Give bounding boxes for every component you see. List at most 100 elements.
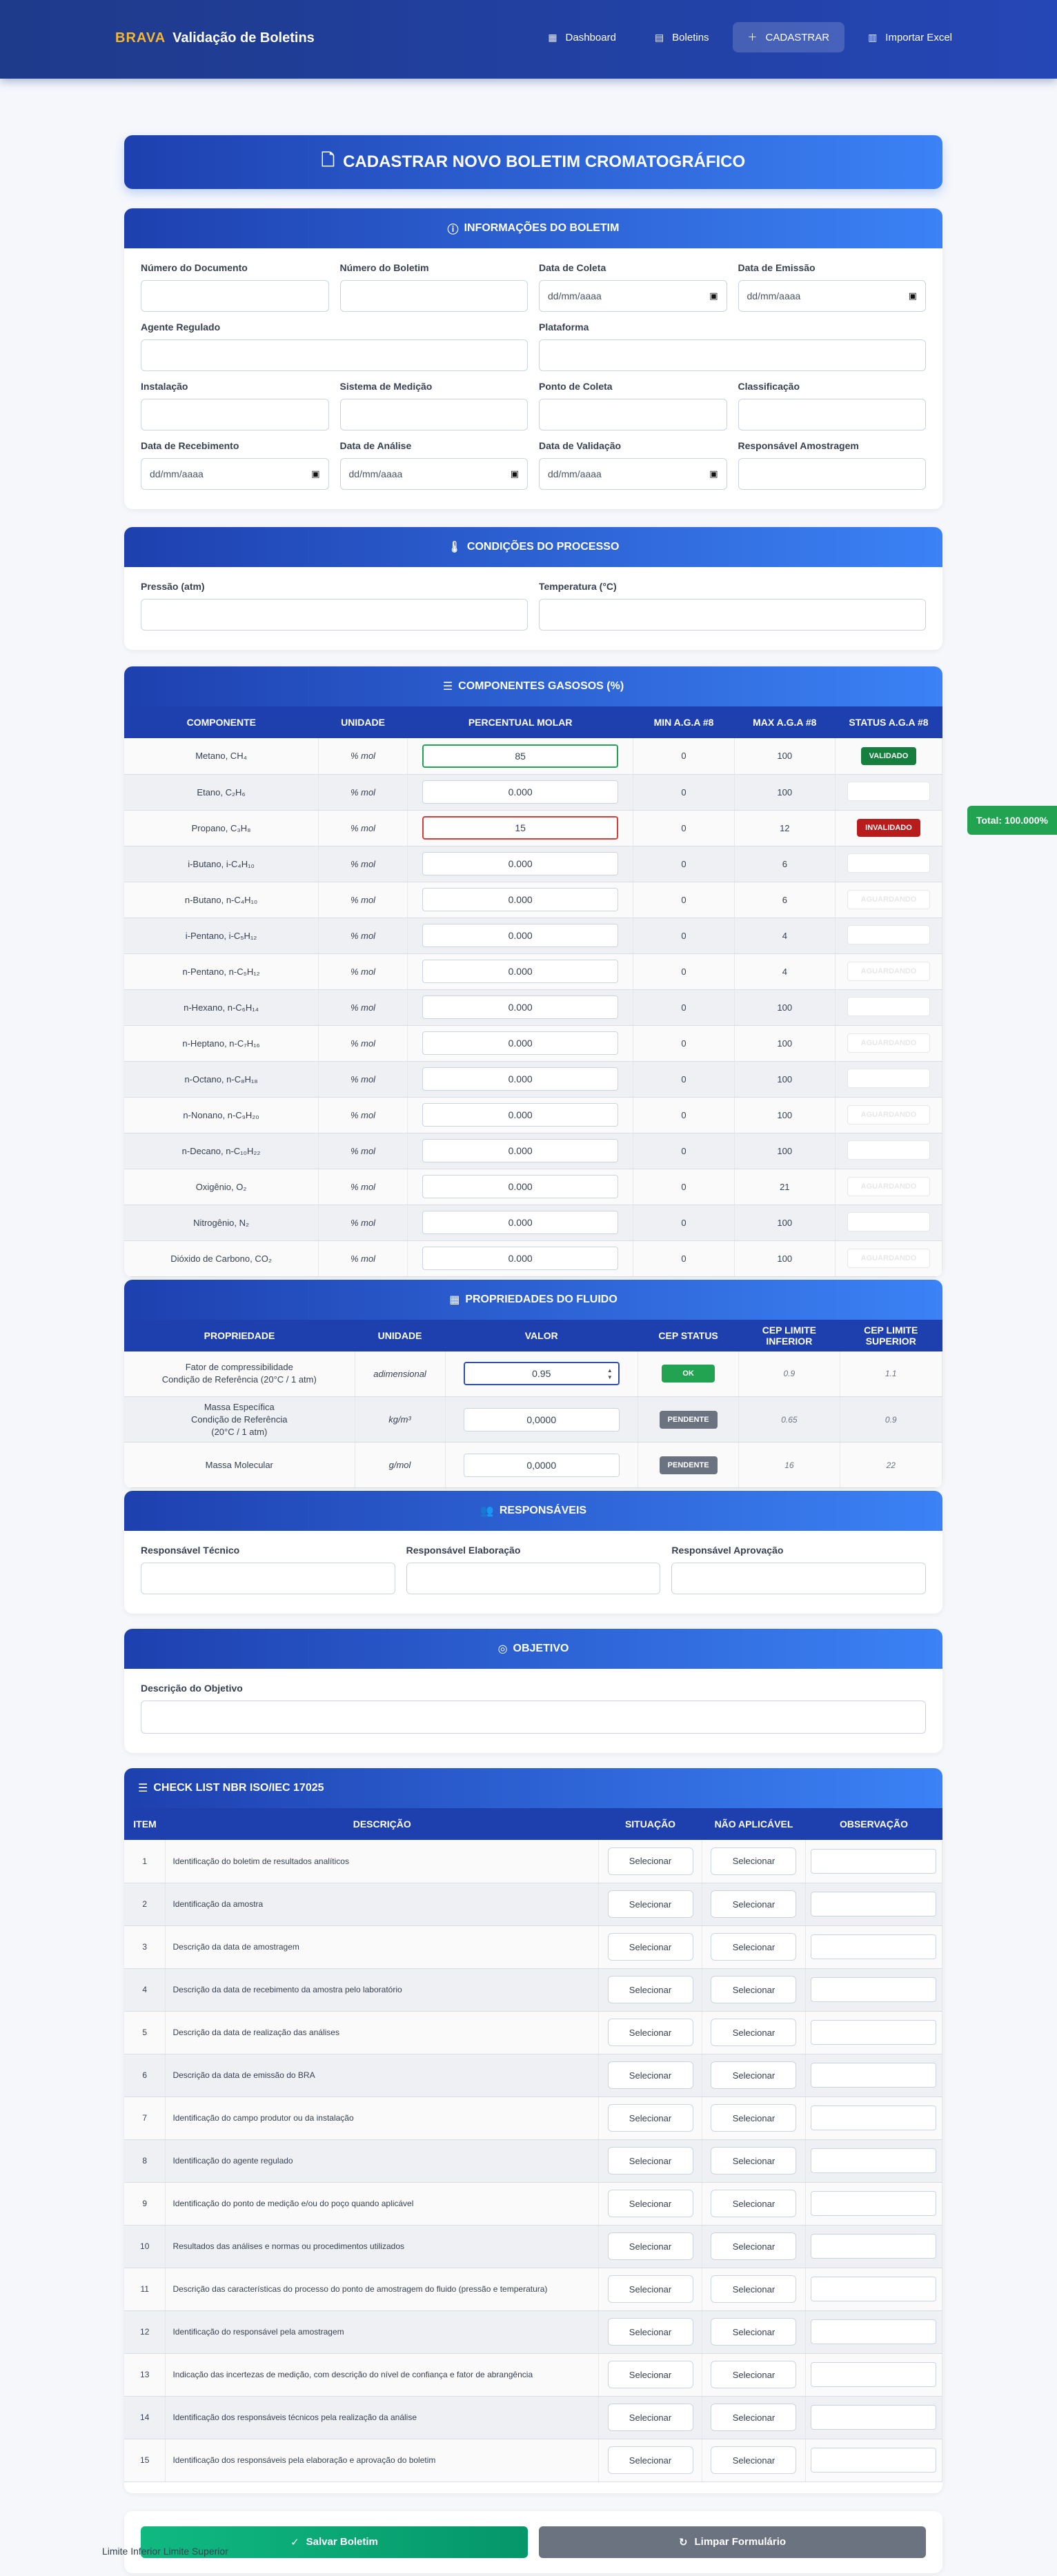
- molar-percent-input[interactable]: 0.000: [422, 924, 619, 947]
- situacao-select[interactable]: Selecionar: [607, 1847, 693, 1875]
- data-coleta-input[interactable]: dd/mm/aaaa ▣: [539, 280, 727, 312]
- situacao-select[interactable]: Selecionar: [607, 2190, 693, 2217]
- observacao-input[interactable]: [811, 2106, 937, 2130]
- brand[interactable]: BRAVA Validação de Boletins: [115, 30, 315, 46]
- observacao-input[interactable]: [811, 1934, 937, 1959]
- situacao-select[interactable]: Selecionar: [607, 2361, 693, 2388]
- ponto-coleta-input[interactable]: [539, 399, 727, 430]
- agente-regulado-input[interactable]: [141, 339, 528, 371]
- situacao-select[interactable]: Selecionar: [607, 2147, 693, 2174]
- observacao-input[interactable]: [811, 1848, 937, 1874]
- property-value-input[interactable]: 0,0000: [463, 1453, 620, 1477]
- data-recebimento-input[interactable]: dd/mm/aaaa ▣: [141, 458, 329, 490]
- situacao-select[interactable]: Selecionar: [607, 2061, 693, 2089]
- data-analise-input[interactable]: dd/mm/aaaa ▣: [339, 458, 528, 490]
- observacao-input[interactable]: [811, 2191, 937, 2216]
- numero-boletim-input[interactable]: [339, 280, 528, 312]
- responsavel-aprovacao-input[interactable]: [671, 1563, 926, 1594]
- nav-dashboard[interactable]: ▦ Dashboard: [533, 22, 631, 52]
- min-aga: 0: [633, 1133, 735, 1169]
- observacao-input[interactable]: [811, 2234, 937, 2259]
- situacao-cell: Selecionar: [598, 1883, 702, 1926]
- calendar-icon[interactable]: ▣: [709, 468, 718, 479]
- molar-percent-input[interactable]: 0.000: [422, 1031, 619, 1055]
- observacao-input[interactable]: [811, 2277, 937, 2301]
- observacao-input[interactable]: [811, 2319, 937, 2344]
- molar-percent-input[interactable]: 0.000: [422, 852, 619, 875]
- situacao-select[interactable]: Selecionar: [607, 2446, 693, 2474]
- nao-aplicavel-select[interactable]: Selecionar: [711, 2104, 797, 2132]
- responsavel-elaboracao-input[interactable]: [406, 1563, 661, 1594]
- nao-aplicavel-select[interactable]: Selecionar: [711, 2446, 797, 2474]
- situacao-select[interactable]: Selecionar: [607, 1933, 693, 1961]
- nao-aplicavel-select[interactable]: Selecionar: [711, 2361, 797, 2388]
- numero-documento-input[interactable]: [141, 280, 329, 312]
- molar-percent-input[interactable]: 0.000: [422, 1247, 619, 1270]
- observacao-input[interactable]: [811, 2448, 937, 2473]
- responsavel-amostragem-input[interactable]: [738, 458, 926, 490]
- nao-aplicavel-select[interactable]: Selecionar: [711, 2232, 797, 2260]
- nav-cadastrar[interactable]: ＋ CADASTRAR: [732, 22, 845, 52]
- status-badge: AGUARDANDO: [847, 890, 930, 909]
- situacao-select[interactable]: Selecionar: [607, 2275, 693, 2303]
- classificacao-input[interactable]: [738, 399, 926, 430]
- molar-percent-input[interactable]: 0.000: [422, 888, 619, 911]
- observacao-input[interactable]: [811, 2148, 937, 2173]
- molar-percent-input[interactable]: 0.000: [422, 1139, 619, 1162]
- clear-button[interactable]: ↻ Limpar Formulário: [539, 2526, 926, 2558]
- molar-percent-input[interactable]: 0.000: [422, 995, 619, 1019]
- nao-aplicavel-select[interactable]: Selecionar: [711, 2404, 797, 2431]
- nao-aplicavel-select[interactable]: Selecionar: [711, 2318, 797, 2346]
- item-number: 9: [124, 2182, 166, 2226]
- calendar-icon[interactable]: ▣: [909, 290, 917, 301]
- observacao-input[interactable]: [811, 2362, 937, 2387]
- spinner-icon[interactable]: ▲ ▼: [607, 1367, 613, 1381]
- nav-importar-excel[interactable]: ▥ Importar Excel: [853, 22, 967, 52]
- observacao-input[interactable]: [811, 2063, 937, 2088]
- sistema-medicao-input[interactable]: [339, 399, 528, 430]
- situacao-select[interactable]: Selecionar: [607, 2104, 693, 2132]
- nao-aplicavel-select[interactable]: Selecionar: [711, 1976, 797, 2003]
- property-value-input[interactable]: 0,0000: [463, 1407, 620, 1431]
- footer-legend: Limite Inferior Limite Superior: [102, 2546, 228, 2557]
- nao-aplicavel-select[interactable]: Selecionar: [711, 1933, 797, 1961]
- responsavel-tecnico-input[interactable]: [141, 1563, 395, 1594]
- nao-aplicavel-select[interactable]: Selecionar: [711, 2061, 797, 2089]
- molar-percent-input[interactable]: 0.000: [422, 1103, 619, 1127]
- instalacao-input[interactable]: [141, 399, 329, 430]
- molar-percent-input[interactable]: 15: [422, 816, 619, 840]
- nao-aplicavel-select[interactable]: Selecionar: [711, 2190, 797, 2217]
- calendar-icon[interactable]: ▣: [511, 468, 519, 479]
- objetivo-textarea[interactable]: [141, 1701, 926, 1734]
- nao-aplicavel-select[interactable]: Selecionar: [711, 1890, 797, 1918]
- situacao-select[interactable]: Selecionar: [607, 2404, 693, 2431]
- nao-aplicavel-select[interactable]: Selecionar: [711, 2147, 797, 2174]
- calendar-icon[interactable]: ▣: [311, 468, 319, 479]
- pressao-input[interactable]: [141, 599, 528, 631]
- situacao-select[interactable]: Selecionar: [607, 2232, 693, 2260]
- situacao-select[interactable]: Selecionar: [607, 2318, 693, 2346]
- molar-percent-input[interactable]: 0.000: [422, 1211, 619, 1234]
- nao-aplicavel-select[interactable]: Selecionar: [711, 1847, 797, 1875]
- molar-percent-input[interactable]: 0.000: [422, 780, 619, 804]
- property-value-input[interactable]: 0.95 ▲ ▼: [463, 1362, 620, 1386]
- data-validacao-input[interactable]: dd/mm/aaaa ▣: [539, 458, 727, 490]
- observacao-input[interactable]: [811, 1892, 937, 1916]
- nao-aplicavel-select[interactable]: Selecionar: [711, 2275, 797, 2303]
- molar-percent-input[interactable]: 0.000: [422, 1175, 619, 1198]
- molar-percent-input[interactable]: 85: [422, 744, 619, 768]
- molar-percent-input[interactable]: 0.000: [422, 1067, 619, 1091]
- data-emissao-input[interactable]: dd/mm/aaaa ▣: [738, 280, 926, 312]
- observacao-input[interactable]: [811, 1977, 937, 2002]
- situacao-select[interactable]: Selecionar: [607, 2019, 693, 2046]
- plataforma-input[interactable]: [539, 339, 926, 371]
- temperatura-input[interactable]: [539, 599, 926, 631]
- nav-boletins[interactable]: ▤ Boletins: [640, 22, 724, 52]
- observacao-input[interactable]: [811, 2405, 937, 2430]
- situacao-select[interactable]: Selecionar: [607, 1890, 693, 1918]
- nao-aplicavel-select[interactable]: Selecionar: [711, 2019, 797, 2046]
- calendar-icon[interactable]: ▣: [709, 290, 718, 301]
- molar-percent-input[interactable]: 0.000: [422, 960, 619, 983]
- observacao-input[interactable]: [811, 2020, 937, 2045]
- situacao-select[interactable]: Selecionar: [607, 1976, 693, 2003]
